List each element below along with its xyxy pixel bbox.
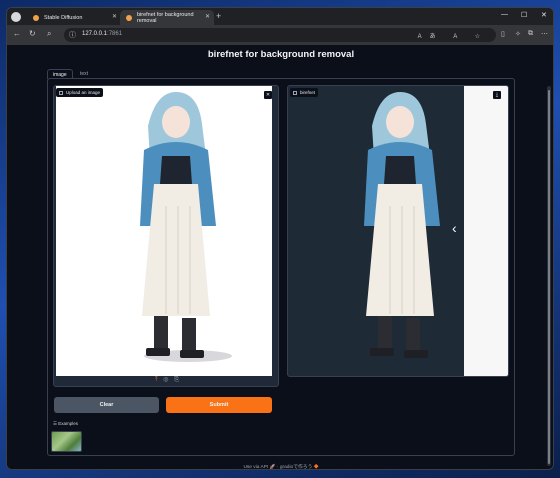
webcam-icon[interactable]: ◎ <box>163 377 168 383</box>
maximize-button[interactable]: ☐ <box>521 11 527 19</box>
browser-toolbar: ← ↻ ⌕ ⓘ 127.0.0.1:7861 Aあ A ☆ ▯ ✧ ⧉ ⋯ <box>7 25 553 45</box>
address-bar-icons[interactable]: Aあ A ☆ <box>418 31 488 40</box>
tab-label: Stable Diffusion <box>44 14 83 21</box>
tab-label: birefnet for background removal <box>136 11 194 24</box>
url-text: 127.0.0.1:7861 <box>82 31 123 37</box>
clear-button[interactable]: Clear <box>54 397 159 413</box>
address-bar[interactable]: ⓘ 127.0.0.1:7861 Aあ A ☆ <box>64 28 496 42</box>
scrollbar-thumb[interactable] <box>548 90 550 464</box>
profile-icon[interactable] <box>11 12 21 22</box>
use-via-api-link[interactable]: Use via API <box>243 465 268 469</box>
examples-label: ☰ Examples <box>53 421 79 426</box>
collections-icon[interactable]: ⧉ <box>528 30 533 38</box>
submit-button[interactable]: Submit <box>166 397 272 413</box>
slider-handle-chevron-icon[interactable]: ‹ <box>452 220 457 236</box>
upload-icon[interactable]: ⤒ <box>155 377 158 383</box>
clear-image-icon[interactable]: ✕ <box>264 91 272 99</box>
paste-icon[interactable]: ⎘ <box>174 377 179 383</box>
minimize-button[interactable]: — <box>501 11 508 18</box>
page-title: birefnet for background removal <box>207 49 355 60</box>
rocket-icon: 🚀 <box>269 465 276 470</box>
image-input[interactable]: Upload an image ✕ ⤒ ◎ ⎘ <box>53 85 279 387</box>
built-with-gradio-link[interactable]: gradioで作ろう <box>280 465 313 469</box>
menu-icon[interactable]: ⋯ <box>541 30 548 38</box>
output-label: birefnet <box>290 88 319 97</box>
output-character-image <box>364 92 440 358</box>
image-icon <box>59 90 63 95</box>
download-icon[interactable]: ⤓ <box>493 91 501 99</box>
search-icon[interactable]: ⌕ <box>47 29 51 39</box>
footer-separator: · <box>276 465 279 470</box>
page-content: birefnet for background removal image te… <box>7 45 553 470</box>
favicon-icon <box>33 14 39 21</box>
output-image-original <box>464 86 508 376</box>
gradio-logo-icon: ◆ <box>313 465 319 470</box>
favicon-icon <box>126 14 132 21</box>
input-character-image <box>140 92 232 362</box>
reload-icon[interactable]: ↻ <box>29 29 36 38</box>
close-window-button[interactable]: ✕ <box>541 11 547 19</box>
browser-tab-birefnet[interactable]: birefnet for background removal ✕ <box>120 10 214 25</box>
output-image-removed-background <box>290 86 464 376</box>
input-label: Upload an image <box>56 88 104 97</box>
image-output: birefnet ⤓ ‹ <box>287 85 509 377</box>
back-icon[interactable]: ← <box>13 29 21 38</box>
split-screen-icon[interactable]: ▯ <box>501 30 505 38</box>
extensions-icon[interactable]: ✧ <box>515 30 521 38</box>
input-image[interactable] <box>56 86 272 376</box>
browser-window: Stable Diffusion ✕ birefnet for backgrou… <box>6 7 554 470</box>
tab-bar: Stable Diffusion ✕ birefnet for backgrou… <box>7 8 553 25</box>
image-icon <box>293 90 297 95</box>
browser-tab-stable-diffusion[interactable]: Stable Diffusion ✕ <box>27 10 121 25</box>
close-tab-icon[interactable]: ✕ <box>205 13 210 20</box>
input-toolbar: ⤒ ◎ ⎘ <box>54 376 278 386</box>
example-image-thumbnail[interactable] <box>51 431 82 452</box>
site-info-icon[interactable]: ⓘ <box>69 30 76 40</box>
close-tab-icon[interactable]: ✕ <box>112 13 117 20</box>
new-tab-button[interactable]: + <box>216 11 221 21</box>
footer: Use via API 🚀 · gradioで作ろう ◆ <box>7 463 553 470</box>
